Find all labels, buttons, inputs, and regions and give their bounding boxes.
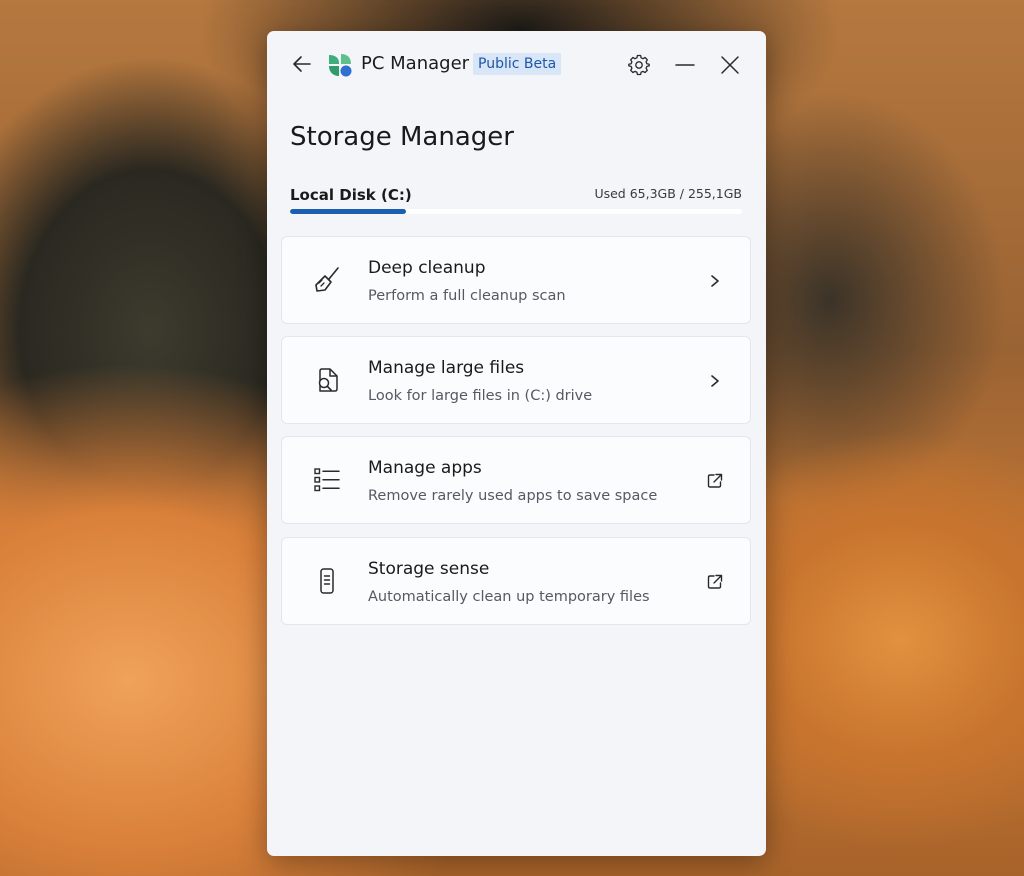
file-search-icon	[312, 365, 342, 395]
disk-label: Local Disk (C:)	[290, 186, 412, 204]
storage-sense-card[interactable]: Storage sense Automatically clean up tem…	[281, 537, 751, 625]
back-button[interactable]	[289, 51, 315, 77]
disk-usage-text: Used 65,3GB / 255,1GB	[594, 186, 742, 201]
app-list-icon	[312, 465, 342, 495]
card-title: Manage apps	[368, 458, 482, 478]
close-button[interactable]	[717, 52, 743, 78]
app-title: PC Manager	[361, 53, 470, 74]
deep-cleanup-card[interactable]: Deep cleanup Perform a full cleanup scan	[281, 236, 751, 324]
disk-usage-bar-fill	[290, 209, 406, 214]
back-arrow-icon	[293, 56, 311, 72]
card-subtitle: Look for large files in (C:) drive	[368, 388, 593, 404]
minimize-icon	[675, 64, 695, 66]
card-subtitle: Perform a full cleanup scan	[368, 288, 566, 304]
card-subtitle: Automatically clean up temporary files	[368, 589, 650, 605]
manage-large-files-card[interactable]: Manage large files Look for large files …	[281, 336, 751, 424]
public-beta-badge: Public Beta	[473, 53, 562, 75]
broom-icon	[312, 265, 342, 295]
card-subtitle: Remove rarely used apps to save space	[368, 488, 658, 504]
desktop-background: PC Manager Public Beta Storage Manager L…	[0, 0, 1024, 876]
storage-device-icon	[312, 566, 342, 596]
manage-apps-card[interactable]: Manage apps Remove rarely used apps to s…	[281, 436, 751, 524]
pc-manager-window: PC Manager Public Beta Storage Manager L…	[267, 31, 766, 856]
page-title: Storage Manager	[290, 122, 514, 152]
gear-icon	[628, 54, 650, 76]
open-external-icon	[704, 571, 726, 593]
chevron-right-icon	[704, 270, 726, 292]
card-title: Storage sense	[368, 559, 490, 579]
pc-manager-logo-icon	[327, 52, 353, 78]
settings-button[interactable]	[626, 52, 652, 78]
chevron-right-icon	[704, 370, 726, 392]
minimize-button[interactable]	[672, 52, 698, 78]
disk-usage-bar	[290, 209, 742, 214]
open-external-icon	[704, 470, 726, 492]
card-title: Deep cleanup	[368, 258, 486, 278]
title-bar: PC Manager Public Beta	[267, 31, 766, 97]
card-title: Manage large files	[368, 358, 525, 378]
close-icon	[721, 56, 739, 74]
